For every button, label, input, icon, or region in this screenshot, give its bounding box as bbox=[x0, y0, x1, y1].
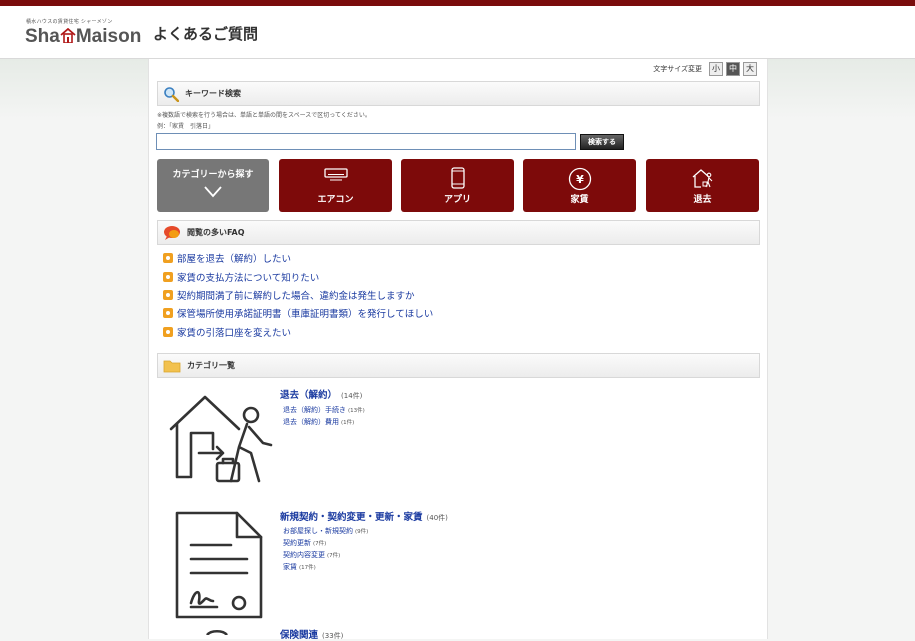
category-title-text: 退去（解約） bbox=[280, 390, 338, 401]
subcategory-count: (1件) bbox=[341, 420, 355, 426]
category-count: (14件) bbox=[341, 392, 363, 400]
search-button[interactable]: 検索する bbox=[580, 134, 624, 150]
search-example: 例：「家賃 引落日」 bbox=[157, 123, 215, 130]
faq-bullet-icon bbox=[163, 253, 173, 263]
faq-link[interactable]: 部屋を退去（解約）したい bbox=[163, 251, 291, 265]
category-button-label: エアコン bbox=[317, 195, 354, 205]
category-list-title: カテゴリ一覧 bbox=[187, 361, 235, 370]
category-title-link[interactable]: 新規契約・契約変更・更新・家賃 (40件) bbox=[280, 509, 448, 523]
faq-link-text: 部屋を退去（解約）したい bbox=[177, 254, 292, 265]
contract-document-icon bbox=[175, 511, 263, 619]
faq-link[interactable]: 契約期間満了前に解約した場合、違約金は発生しますか bbox=[163, 288, 415, 302]
yen-icon: ¥ bbox=[568, 167, 591, 191]
subcategory-count: (9件) bbox=[355, 529, 369, 535]
font-size-large-button[interactable]: 大 bbox=[743, 62, 757, 76]
svg-text:¥: ¥ bbox=[576, 173, 584, 186]
keyword-search-title: キーワード検索 bbox=[185, 89, 241, 98]
logo-tagline: 積水ハウスの賃貸住宅 シャーメゾン bbox=[26, 19, 113, 25]
move-out-icon bbox=[692, 169, 712, 188]
category-title-link[interactable]: 退去（解約） (14件) bbox=[280, 387, 362, 401]
font-size-controls: 文字サイズ変更 小 中 大 bbox=[653, 62, 757, 76]
category-title-text: 保険関連 bbox=[280, 630, 319, 641]
page-title: よくあるご質問 bbox=[153, 25, 259, 43]
category-button-moveout[interactable]: 退去 bbox=[646, 159, 759, 212]
category-list-header: カテゴリ一覧 bbox=[157, 353, 760, 378]
folder-icon bbox=[163, 360, 181, 372]
faq-link-text: 保管場所使用承諾証明書（車庫証明書類）を発行してほしい bbox=[177, 309, 434, 320]
faq-bullet-icon bbox=[163, 272, 173, 282]
subcategory-link-text: 家賃 bbox=[283, 563, 297, 571]
category-button-label: 退去 bbox=[693, 195, 712, 205]
aircon-icon bbox=[323, 168, 348, 181]
faq-bullet-icon bbox=[163, 308, 173, 318]
faq-link[interactable]: 保管場所使用承諾証明書（車庫証明書類）を発行してほしい bbox=[163, 306, 433, 320]
faq-link-text: 家賃の引落口座を変えたい bbox=[177, 328, 292, 339]
main-content: 文字サイズ変更 小 中 大 キーワード検索 ※複数語で検索を行う場合は、単語と単… bbox=[148, 59, 768, 641]
subcategory-link[interactable]: 契約内容変更 (7件) bbox=[283, 550, 340, 560]
font-size-small-button[interactable]: 小 bbox=[709, 62, 723, 76]
subcategory-count: (7件) bbox=[327, 553, 341, 559]
speech-bubble-icon bbox=[164, 225, 180, 240]
subcategory-link[interactable]: お部屋探し・新規契約 (9件) bbox=[283, 526, 368, 536]
category-title-link[interactable]: 保険関連 (33件) bbox=[280, 627, 343, 641]
logo-text-left: Sha bbox=[25, 26, 60, 47]
search-hint: ※複数語で検索を行う場合は、単語と単語の間をスペースで区切ってください。 bbox=[157, 112, 371, 119]
category-button-app[interactable]: アプリ bbox=[401, 159, 514, 212]
category-count: (33件) bbox=[322, 632, 344, 640]
subcategory-link[interactable]: 退去（解約）手続き (13件) bbox=[283, 405, 365, 415]
popular-faq-header: 閲覧の多いFAQ bbox=[157, 220, 760, 245]
font-size-label: 文字サイズ変更 bbox=[653, 65, 702, 73]
faq-link-text: 契約期間満了前に解約した場合、違約金は発生しますか bbox=[177, 291, 415, 302]
search-input[interactable] bbox=[156, 133, 576, 150]
subcategory-link[interactable]: 退去（解約）費用 (1件) bbox=[283, 417, 354, 427]
subcategory-count: (7件) bbox=[313, 541, 327, 547]
category-button-label: 家賃 bbox=[570, 195, 589, 205]
subcategory-link-text: お部屋探し・新規契約 bbox=[283, 527, 353, 535]
subcategory-link-text: 契約更新 bbox=[283, 539, 311, 547]
subcategory-link-text: 退去（解約）費用 bbox=[283, 418, 339, 426]
logo-text-right: Maison bbox=[75, 26, 142, 47]
faq-link[interactable]: 家賃の支払方法について知りたい bbox=[163, 270, 319, 284]
site-header: 積水ハウスの賃貸住宅 シャーメゾン Sha Maison よくあるご質問 bbox=[0, 6, 915, 59]
category-button-label: アプリ bbox=[443, 195, 471, 205]
magnifier-icon bbox=[164, 86, 179, 102]
faq-bullet-icon bbox=[163, 290, 173, 300]
category-button-aircon[interactable]: エアコン bbox=[279, 159, 392, 212]
faq-bullet-icon bbox=[163, 327, 173, 337]
font-size-medium-button[interactable]: 中 bbox=[726, 62, 740, 76]
smartphone-icon bbox=[450, 167, 465, 189]
category-title-text: 新規契約・契約変更・更新・家賃 bbox=[280, 512, 423, 523]
category-button-rent[interactable]: ¥ 家賃 bbox=[523, 159, 636, 212]
browse-categories-label: カテゴリーから探す bbox=[172, 170, 254, 180]
subcategory-link[interactable]: 家賃 (17件) bbox=[283, 562, 316, 572]
keyword-search-header: キーワード検索 bbox=[157, 81, 760, 106]
house-mark-icon bbox=[60, 28, 76, 43]
insurance-icon bbox=[205, 629, 229, 635]
faq-link-text: 家賃の支払方法について知りたい bbox=[177, 273, 320, 284]
subcategory-link-text: 契約内容変更 bbox=[283, 551, 325, 559]
browse-categories-toggle[interactable]: カテゴリーから探す bbox=[157, 159, 269, 212]
popular-faq-title: 閲覧の多いFAQ bbox=[187, 228, 245, 237]
faq-link[interactable]: 家賃の引落口座を変えたい bbox=[163, 325, 291, 339]
subcategory-link-text: 退去（解約）手続き bbox=[283, 406, 346, 414]
category-count: (40件) bbox=[426, 514, 448, 522]
site-logo[interactable]: Sha Maison bbox=[25, 26, 141, 48]
subcategory-count: (17件) bbox=[299, 565, 316, 571]
subcategory-link[interactable]: 契約更新 (7件) bbox=[283, 538, 326, 548]
subcategory-count: (13件) bbox=[348, 408, 365, 414]
chevron-down-icon bbox=[204, 186, 222, 198]
move-out-icon bbox=[169, 395, 273, 483]
